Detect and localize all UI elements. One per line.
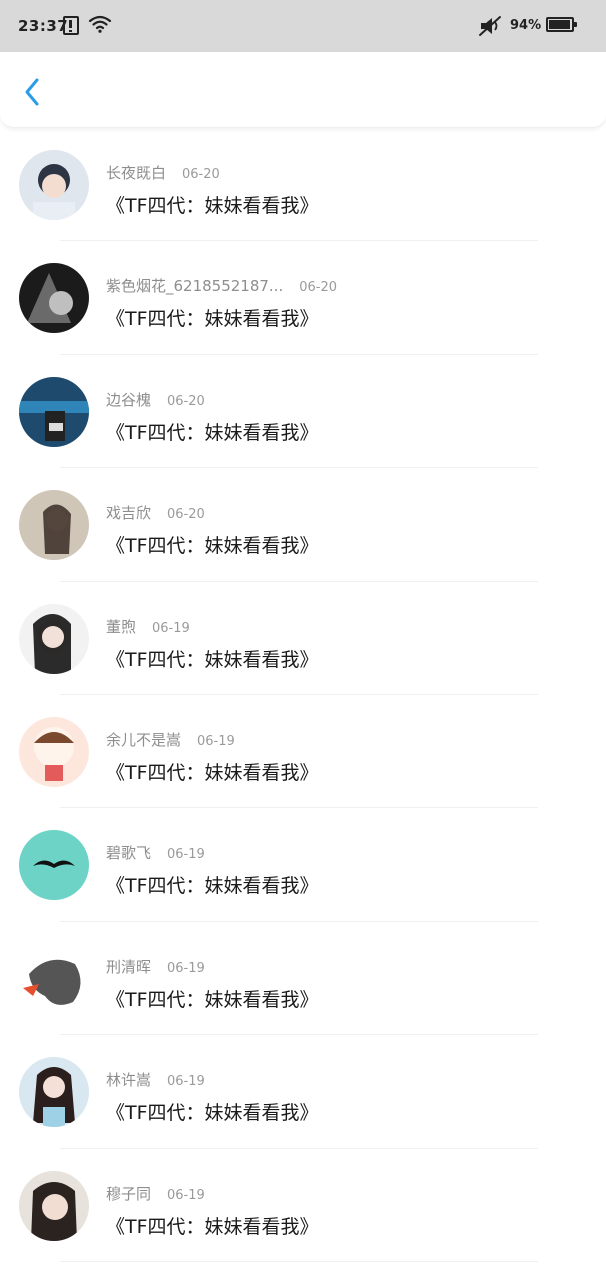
chevron-left-icon (25, 78, 39, 106)
battery-level (549, 20, 570, 29)
username-text: 林许嵩 (106, 1071, 152, 1090)
message-text: 《TF四代：妹妹看看我》 (106, 308, 319, 331)
list-item[interactable]: 刑清晖 06-19 《TF四代：妹妹看看我》 (0, 922, 606, 1036)
timestamp: 06-20 (167, 507, 205, 523)
list-item[interactable]: 林许嵩 06-19 《TF四代：妹妹看看我》 (0, 1035, 606, 1149)
username: 长夜既白 06-20 (106, 162, 220, 183)
username: 戏吉欣 06-20 (106, 502, 205, 523)
username-text: 董煦 (106, 617, 137, 636)
top-nav-bar (0, 52, 606, 128)
list-item[interactable]: 余儿不是嵩 06-19 《TF四代：妹妹看看我》 (0, 695, 606, 809)
username-text: 边谷槐 (106, 390, 152, 409)
avatar[interactable] (19, 376, 89, 447)
username: 董煦 06-19 (106, 616, 190, 637)
timestamp: 06-19 (167, 960, 205, 976)
avatar[interactable] (19, 716, 89, 787)
message-text: 《TF四代：妹妹看看我》 (106, 1102, 319, 1125)
timestamp: 06-19 (167, 1187, 205, 1203)
timestamp: 06-20 (182, 167, 220, 182)
message-list: 长夜既白 06-20 《TF四代：妹妹看看我》 紫色烟花_6218552187... 0… (0, 128, 606, 1262)
username-text: 戏吉欣 (106, 504, 152, 523)
timestamp: 06-20 (299, 280, 338, 296)
list-item[interactable]: 碧歌飞 06-19 《TF四代：妹妹看看我》 (0, 808, 606, 922)
username-text: 刑清晖 (106, 957, 152, 976)
divider (60, 1260, 538, 1262)
timestamp: 06-19 (167, 1074, 205, 1090)
avatar[interactable] (19, 830, 89, 901)
avatar[interactable] (19, 150, 89, 220)
list-item[interactable]: 戏吉欣 06-20 《TF四代：妹妹看看我》 (0, 468, 606, 582)
mute-icon (478, 15, 504, 41)
avatar[interactable] (19, 263, 89, 334)
message-text: 《TF四代：妹妹看看我》 (106, 535, 319, 558)
avatar[interactable] (19, 603, 89, 674)
username: 碧歌飞 06-19 (106, 842, 205, 863)
list-item[interactable]: 边谷槐 06-20 《TF四代：妹妹看看我》 (0, 355, 606, 469)
message-text: 《TF四代：妹妹看看我》 (106, 988, 319, 1011)
username: 紫色烟花_6218552187... 06-20 (106, 275, 337, 296)
username-text: 紫色烟花_6218552187... (106, 277, 284, 296)
username: 边谷槐 06-20 (106, 389, 205, 410)
message-text: 《TF四代：妹妹看看我》 (106, 648, 319, 671)
wifi-icon (88, 14, 112, 38)
battery-icon (546, 17, 577, 32)
avatar[interactable] (19, 1170, 89, 1241)
username: 刑清晖 06-19 (106, 956, 205, 977)
timestamp: 06-19 (167, 847, 205, 863)
username: 林许嵩 06-19 (106, 1069, 205, 1090)
message-text: 《TF四代：妹妹看看我》 (106, 761, 319, 784)
status-time: 23:37 (18, 17, 69, 35)
battery-percent: 94% (510, 18, 542, 33)
timestamp: 06-20 (167, 393, 205, 409)
avatar[interactable] (19, 943, 89, 1014)
timestamp: 06-19 (197, 733, 235, 749)
message-text: 《TF四代：妹妹看看我》 (106, 421, 319, 444)
message-text: 《TF四代：妹妹看看我》 (106, 1215, 319, 1238)
list-item[interactable]: 董煦 06-19 《TF四代：妹妹看看我》 (0, 582, 606, 695)
status-bar: 23:37 94% (0, 0, 606, 52)
timestamp: 06-19 (152, 620, 190, 636)
avatar[interactable] (19, 1057, 89, 1128)
username-text: 穆子同 (106, 1184, 152, 1203)
message-text: 《TF四代：妹妹看看我》 (106, 195, 319, 217)
username: 余儿不是嵩 06-19 (106, 729, 235, 750)
message-text: 《TF四代：妹妹看看我》 (106, 875, 319, 898)
username-text: 余儿不是嵩 (106, 730, 182, 749)
list-item[interactable]: 穆子同 06-19 《TF四代：妹妹看看我》 (0, 1149, 606, 1262)
username: 穆子同 06-19 (106, 1183, 205, 1204)
back-button[interactable] (16, 74, 50, 108)
list-item[interactable]: 紫色烟花_6218552187... 06-20 《TF四代：妹妹看看我》 (0, 241, 606, 355)
username-text: 碧歌飞 (106, 844, 152, 863)
username-text: 长夜既白 (106, 164, 167, 182)
list-item[interactable]: 长夜既白 06-20 《TF四代：妹妹看看我》 (0, 128, 606, 242)
alert-icon (63, 16, 79, 35)
avatar[interactable] (19, 490, 89, 561)
